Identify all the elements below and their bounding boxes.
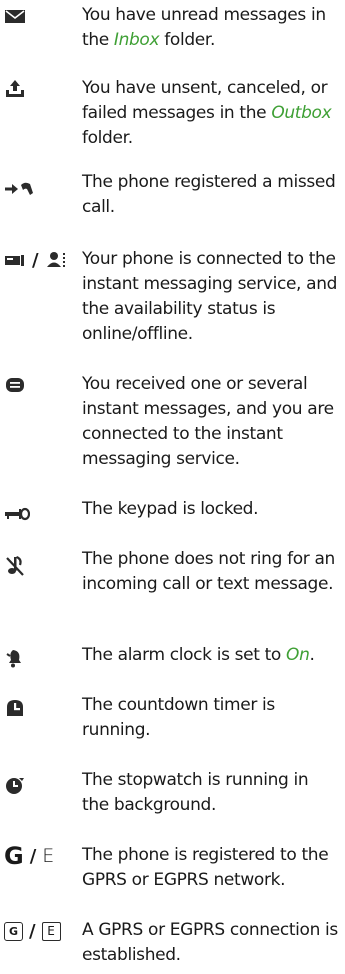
item-description: The phone is registered to the GPRS or E… — [82, 845, 329, 890]
indicator-list: You have unread messages in the Inbox fo… — [0, 0, 345, 974]
folder-name: Inbox — [113, 30, 160, 50]
item-description: The phone does not ring for an incoming … — [82, 549, 335, 594]
egprs-connection-icon: E — [41, 921, 61, 941]
gprs-connection-icon: G — [4, 921, 23, 941]
im-offline-icon — [46, 252, 65, 267]
item-description: A GPRS or EGPRS connection is establishe… — [82, 920, 338, 965]
item-description: The alarm clock is set to On. — [82, 645, 315, 665]
im-online-icon — [5, 255, 24, 266]
stopwatch-icon — [4, 773, 74, 797]
envelope-icon — [4, 4, 74, 28]
silent-ringtone-icon — [4, 554, 74, 578]
alarm-clock-icon — [4, 646, 74, 670]
item-description: You have unsent, canceled, or failed mes… — [82, 78, 332, 148]
folder-name: Outbox — [271, 103, 332, 123]
icon-separator: / — [29, 920, 36, 942]
gprs-egprs-registered-icon: G / E — [4, 844, 74, 868]
instant-messaging-online-offline-icon: / — [4, 248, 74, 272]
gprs-egprs-connection-icon: G / E — [4, 919, 74, 943]
item-description: The phone registered a missed call. — [82, 172, 336, 217]
gprs-icon: G — [4, 842, 24, 870]
countdown-timer-icon — [4, 696, 74, 720]
item-description: You received one or several instant mess… — [82, 374, 334, 469]
outbox-tray-icon — [4, 77, 74, 101]
instant-message-icon — [4, 373, 74, 397]
icon-separator: / — [29, 845, 37, 867]
item-description: Your phone is connected to the instant m… — [82, 249, 338, 344]
item-description: The stopwatch is running in the backgrou… — [82, 770, 309, 815]
icon-separator: / — [32, 249, 39, 271]
setting-value: On — [286, 645, 310, 665]
item-description: You have unread messages in the Inbox fo… — [82, 5, 326, 50]
egprs-icon: E — [42, 845, 55, 867]
item-description: The countdown timer is running. — [82, 695, 275, 740]
missed-call-icon — [4, 177, 74, 201]
keypad-lock-icon — [4, 502, 74, 526]
item-description: The keypad is locked. — [82, 499, 259, 519]
